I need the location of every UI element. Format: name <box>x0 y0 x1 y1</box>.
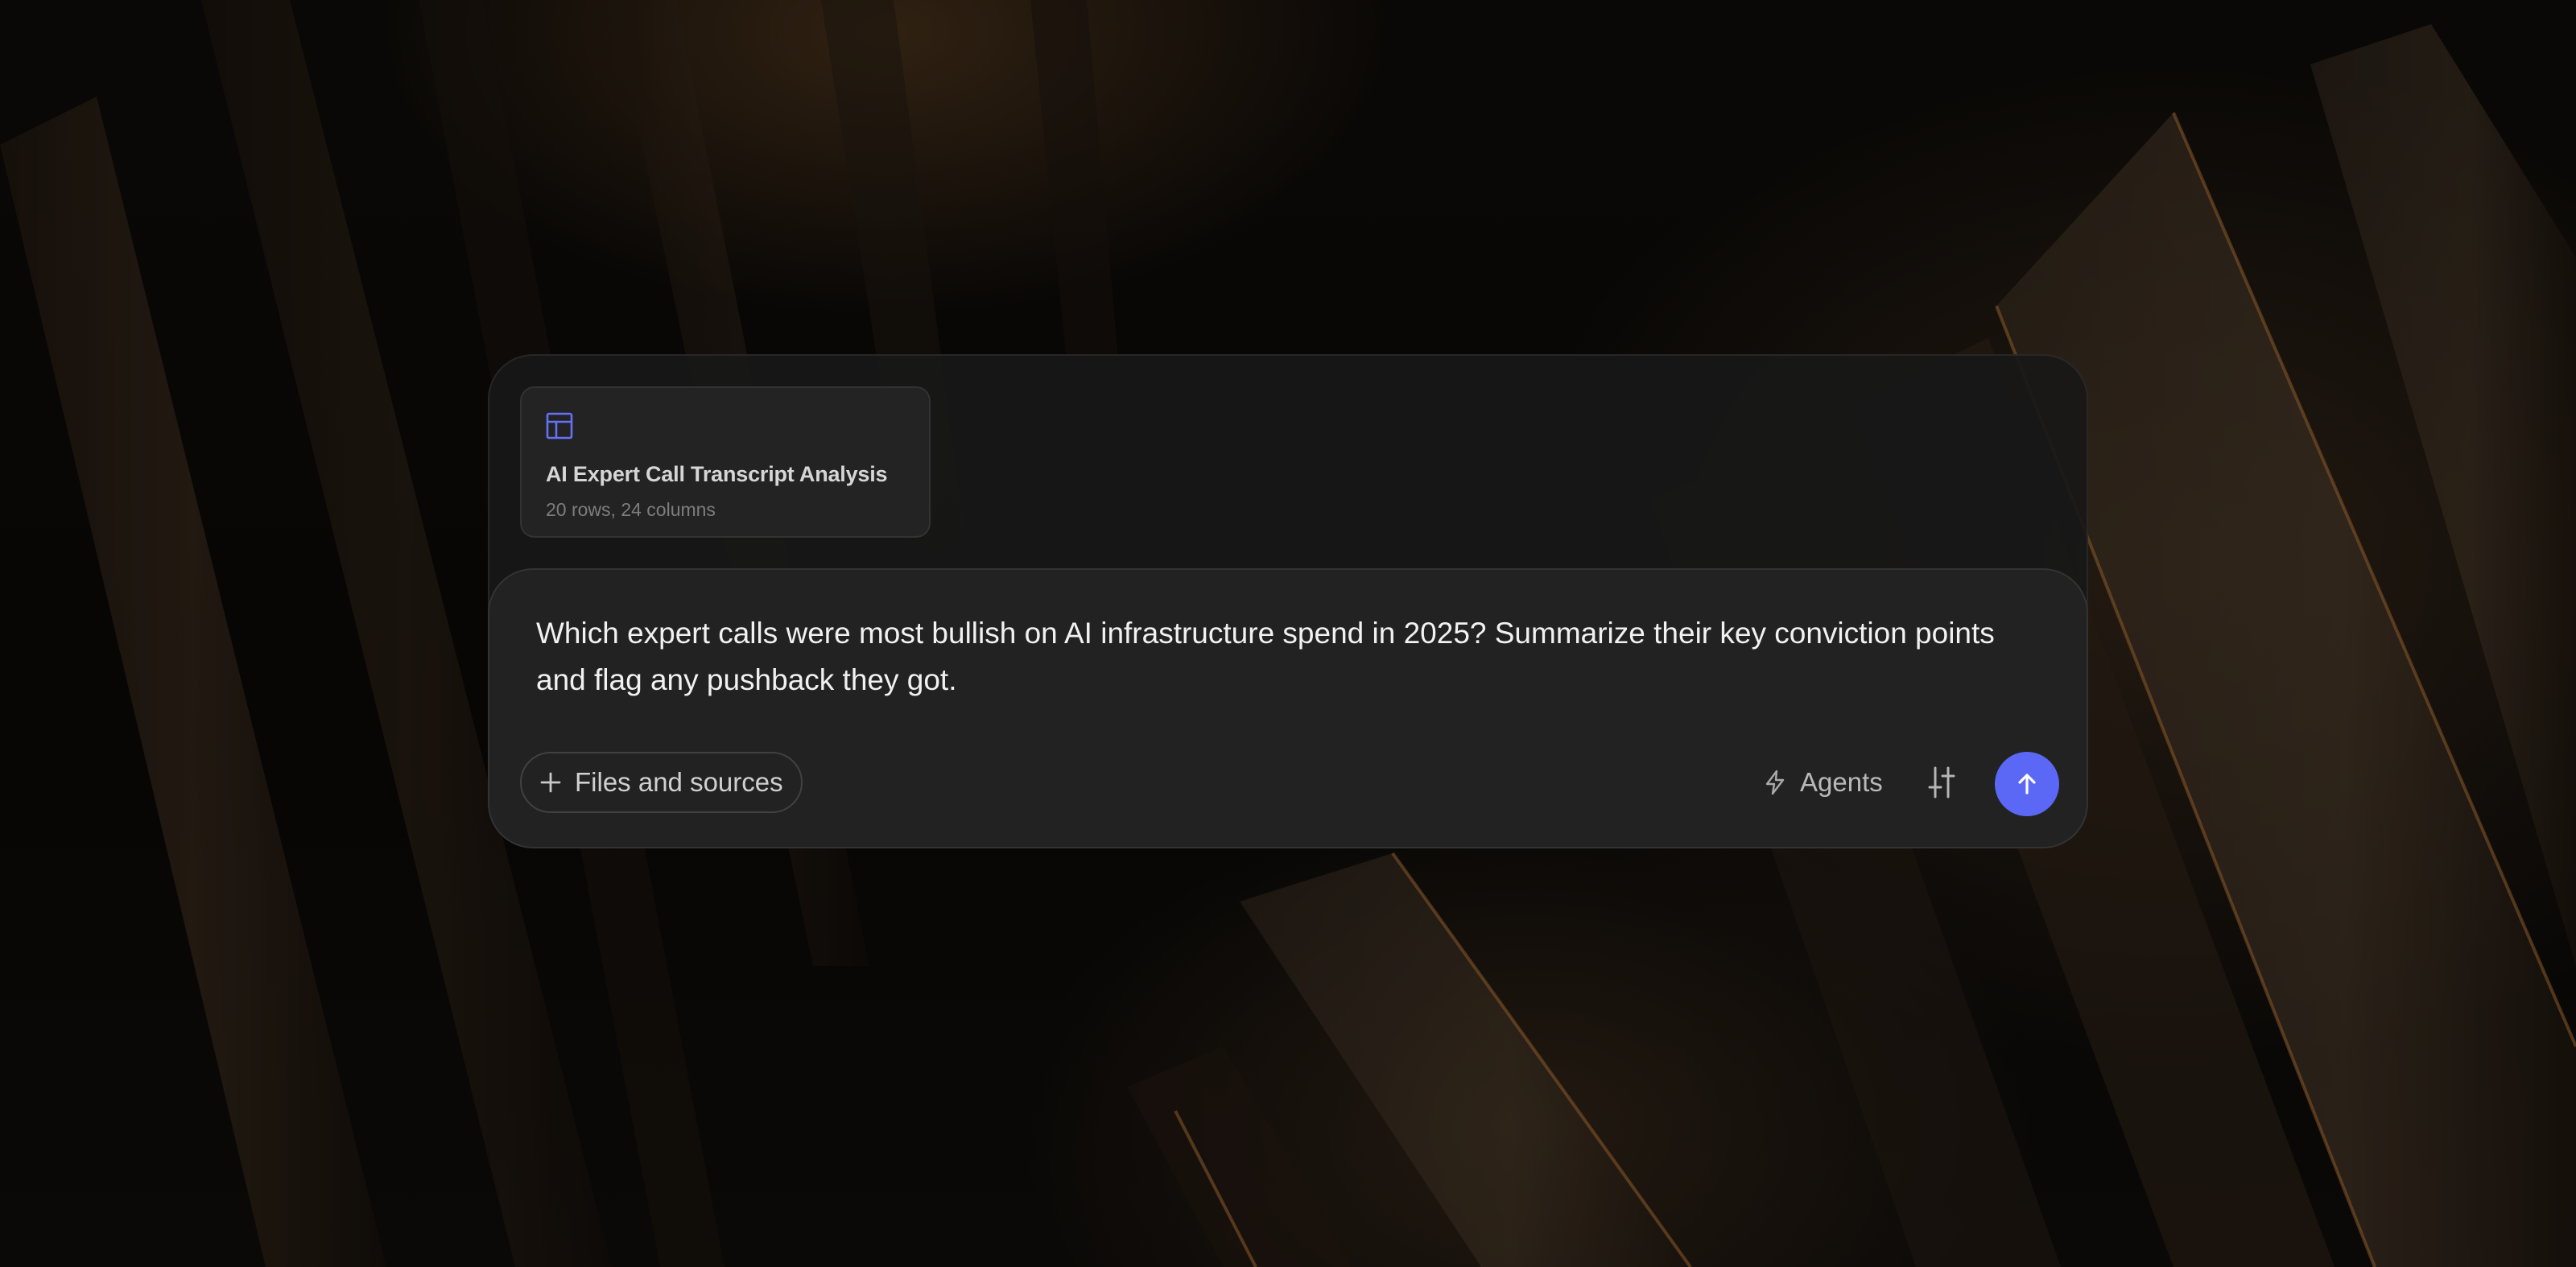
attachment-meta: 20 rows, 24 columns <box>546 499 716 520</box>
app-background: AI Expert Call Transcript Analysis 20 ro… <box>0 0 2576 1267</box>
attachment-title: AI Expert Call Transcript Analysis <box>546 462 888 486</box>
sliders-icon[interactable] <box>1924 765 1959 800</box>
table-icon <box>546 412 573 440</box>
lightning-icon <box>1765 770 1785 795</box>
plus-icon <box>540 772 561 793</box>
arrow-up-icon <box>2018 774 2036 794</box>
send-button[interactable] <box>1995 752 2059 816</box>
files-and-sources-button[interactable]: Files and sources <box>520 752 803 813</box>
attachment-card[interactable]: AI Expert Call Transcript Analysis 20 ro… <box>520 386 931 538</box>
agents-button[interactable]: Agents <box>1761 752 1883 813</box>
prompt-input-panel: Which expert calls were most bullish on … <box>488 568 2088 848</box>
prompt-input[interactable]: Which expert calls were most bullish on … <box>536 610 2033 704</box>
files-and-sources-label: Files and sources <box>575 767 783 797</box>
chat-composer: AI Expert Call Transcript Analysis 20 ro… <box>488 354 2088 848</box>
agents-label: Agents <box>1800 767 1883 797</box>
